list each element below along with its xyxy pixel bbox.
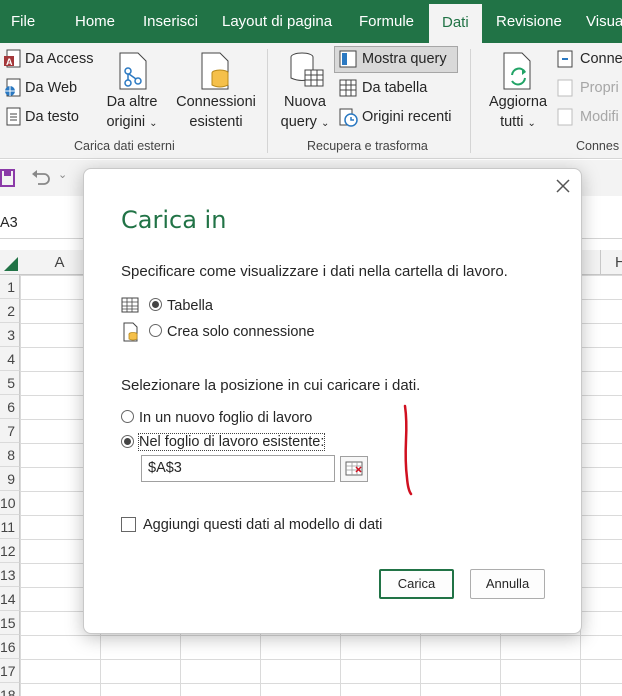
row-header[interactable]: 14 — [0, 587, 20, 611]
radio-tabella-label[interactable]: Tabella — [167, 298, 213, 314]
tab-visualizza[interactable]: Visua — [586, 0, 622, 43]
svg-text:A: A — [6, 57, 13, 67]
da-testo-button[interactable]: Da testo — [25, 109, 79, 125]
chevron-down-icon: ⌄ — [149, 118, 158, 129]
name-box[interactable]: A3 — [0, 215, 18, 231]
dialog-title: Carica in — [121, 206, 227, 234]
row-header[interactable]: 16 — [0, 635, 20, 659]
ribbon-separator — [470, 49, 471, 153]
recent-sources-icon — [339, 108, 358, 127]
new-query-icon — [290, 52, 324, 87]
chevron-down-icon: ⌄ — [527, 118, 536, 129]
row-header[interactable]: 18 — [0, 683, 20, 696]
connessioni-label-1: Connessioni — [176, 94, 256, 110]
group-label-carica-dati: Carica dati esterni — [74, 139, 175, 153]
tab-layout-di-pagina[interactable]: Layout di pagina — [222, 0, 332, 43]
connessioni-button[interactable]: Conne — [580, 51, 622, 67]
red-annotation-stroke — [403, 404, 413, 496]
row-header[interactable]: 12 — [0, 539, 20, 563]
access-icon: A — [4, 49, 21, 68]
add-to-model-checkbox[interactable] — [121, 517, 136, 532]
row-header[interactable]: 5 — [0, 371, 20, 395]
existing-connections-icon — [201, 52, 229, 90]
chevron-down-icon[interactable]: ⌄ — [58, 168, 67, 181]
reference-input[interactable]: $A$3 — [141, 455, 335, 482]
mostra-query-button[interactable]: Mostra query — [362, 51, 447, 67]
radio-tabella[interactable] — [149, 298, 162, 311]
group-label-connessioni: Connes — [576, 139, 620, 153]
da-altre-origini-label-2: origini ⌄ — [106, 114, 158, 130]
aggiorna-label-2: tutti ⌄ — [500, 114, 536, 130]
row-header[interactable]: 17 — [0, 659, 20, 683]
row-header[interactable]: 6 — [0, 395, 20, 419]
proprieta-button[interactable]: Propri — [580, 80, 619, 96]
row-header[interactable]: 8 — [0, 443, 20, 467]
da-altre-origini-label-1: Da altre — [106, 94, 158, 110]
row-header[interactable]: 10 — [0, 491, 20, 515]
row-header[interactable]: 9 — [0, 467, 20, 491]
save-icon[interactable] — [0, 168, 16, 188]
row-header[interactable]: 2 — [0, 299, 20, 323]
connection-only-icon — [123, 322, 138, 342]
aggiorna-tutti-button[interactable]: Aggiorna tutti ⌄ — [482, 92, 554, 134]
undo-icon[interactable] — [30, 168, 52, 188]
close-icon[interactable] — [552, 175, 574, 197]
tab-home[interactable]: Home — [75, 0, 115, 43]
properties-icon — [557, 79, 573, 97]
origini-recenti-button[interactable]: Origini recenti — [362, 109, 451, 125]
annulla-button[interactable]: Annulla — [470, 569, 545, 599]
refresh-all-icon — [503, 52, 531, 90]
row-header[interactable]: 4 — [0, 347, 20, 371]
column-header-h[interactable]: H — [600, 250, 622, 275]
modifica-collegamenti-button[interactable]: Modifi — [580, 109, 619, 125]
connessioni-label-2: esistenti — [189, 114, 243, 130]
show-queries-icon — [339, 50, 357, 68]
row-header[interactable]: 3 — [0, 323, 20, 347]
range-selector-button[interactable] — [340, 456, 368, 482]
row-header[interactable]: 7 — [0, 419, 20, 443]
carica-in-dialog: Carica in Specificare come visualizzare … — [83, 168, 582, 634]
radio-crea-solo-connessione[interactable] — [149, 324, 162, 337]
da-altre-origini-button[interactable]: Da altre origini ⌄ — [100, 92, 164, 134]
aggiorna-label-1: Aggiorna — [488, 94, 548, 110]
carica-button[interactable]: Carica — [379, 569, 454, 599]
row-header[interactable]: 13 — [0, 563, 20, 587]
ribbon-separator — [267, 49, 268, 153]
edit-links-icon — [557, 108, 573, 126]
tab-file[interactable]: File — [11, 0, 35, 43]
da-access-button[interactable]: Da Access — [25, 51, 94, 67]
other-sources-icon — [119, 52, 147, 90]
text-file-icon — [6, 107, 21, 126]
add-to-model-label[interactable]: Aggiungi questi dati al modello di dati — [143, 517, 382, 533]
table-icon — [121, 297, 139, 313]
position-prompt: Selezionare la posizione in cui caricare… — [121, 377, 421, 394]
connections-icon — [557, 50, 573, 68]
chevron-down-icon: ⌄ — [320, 118, 330, 129]
row-header[interactable]: 11 — [0, 515, 20, 539]
da-tabella-button[interactable]: Da tabella — [362, 80, 427, 96]
da-web-button[interactable]: Da Web — [25, 80, 77, 96]
web-icon — [5, 78, 21, 97]
nuova-query-button[interactable]: Nuova query ⌄ — [277, 92, 333, 134]
radio-nuovo-foglio[interactable] — [121, 410, 134, 423]
group-label-recupera: Recupera e trasforma — [307, 139, 428, 153]
tab-revisione[interactable]: Revisione — [496, 0, 562, 43]
row-header[interactable]: 15 — [0, 611, 20, 635]
radio-crea-solo-connessione-label[interactable]: Crea solo connessione — [167, 324, 315, 340]
radio-foglio-esistente[interactable] — [121, 435, 134, 448]
view-prompt: Specificare come visualizzare i dati nel… — [121, 263, 508, 280]
nuova-query-label-1: Nuova — [284, 94, 326, 110]
range-select-icon — [345, 461, 363, 476]
tab-dati[interactable]: Dati — [429, 4, 482, 43]
connessioni-esistenti-button[interactable]: Connessioni esistenti — [172, 92, 260, 132]
table-icon — [339, 79, 357, 97]
ribbon-tab-bar: File Home Inserisci Layout di pagina For… — [0, 0, 622, 43]
radio-foglio-esistente-label[interactable]: Nel foglio di lavoro esistente: — [137, 433, 326, 451]
row-header[interactable]: 1 — [0, 275, 20, 299]
tab-formule[interactable]: Formule — [359, 0, 414, 43]
select-all-corner[interactable] — [2, 255, 18, 271]
nuova-query-label-2: query ⌄ — [280, 114, 330, 130]
radio-nuovo-foglio-label[interactable]: In un nuovo foglio di lavoro — [139, 410, 312, 426]
tab-inserisci[interactable]: Inserisci — [143, 0, 198, 43]
